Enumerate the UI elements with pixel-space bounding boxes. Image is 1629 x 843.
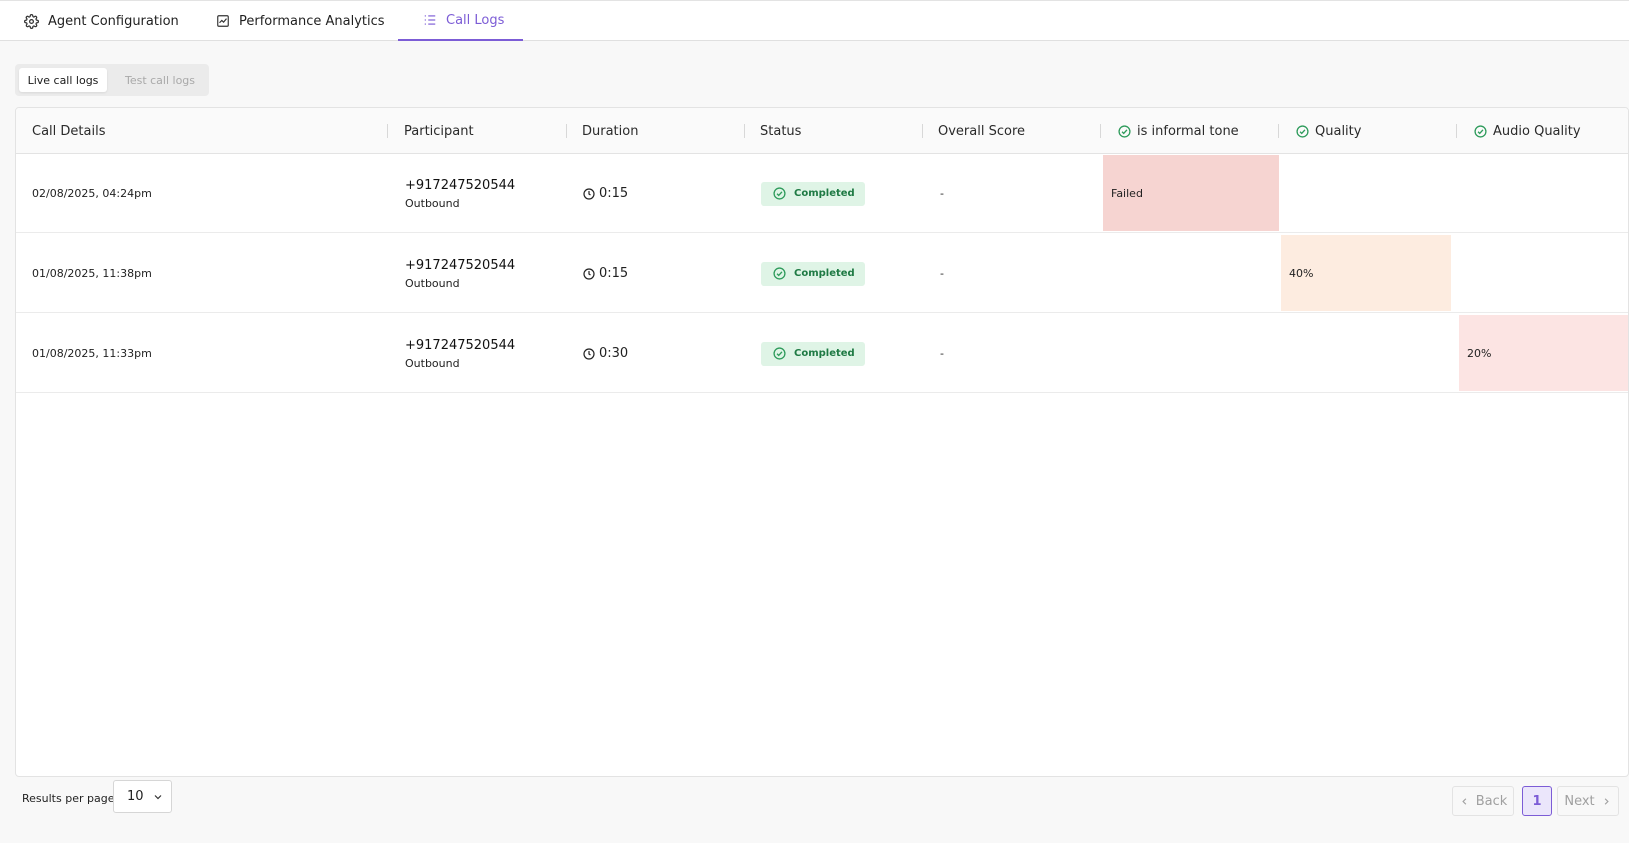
- top-nav: Agent Configuration Performance Analytic…: [0, 0, 1629, 41]
- live-call-logs-tab[interactable]: Live call logs: [19, 68, 107, 92]
- duration-value: 0:30: [599, 346, 629, 361]
- table-header: Call Details Participant Duration Status…: [16, 108, 1628, 154]
- status-cell: Completed: [761, 234, 865, 313]
- check-circle-icon: [773, 267, 786, 280]
- tab-label: Call Logs: [446, 12, 505, 28]
- header-label: Duration: [582, 123, 639, 139]
- header-duration[interactable]: Duration: [567, 108, 745, 154]
- clock-icon: [583, 187, 595, 200]
- participant-cell: +917247520544 Outbound: [405, 314, 515, 393]
- header-call-details[interactable]: Call Details: [32, 108, 388, 154]
- tab-agent-configuration[interactable]: Agent Configuration: [24, 1, 179, 41]
- duration-cell: 0:30: [583, 314, 628, 393]
- clock-icon: [583, 267, 595, 280]
- check-circle-icon: [1118, 124, 1131, 138]
- header-label: Overall Score: [938, 123, 1026, 139]
- header-overall-score[interactable]: Overall Score: [923, 108, 1101, 154]
- table-row[interactable]: 01/08/2025, 11:33pm +917247520544 Outbou…: [16, 314, 1628, 393]
- duration-value: 0:15: [599, 266, 629, 281]
- call-date: 02/08/2025, 04:24pm: [32, 187, 152, 200]
- results-per-page-label: Results per page: [22, 791, 115, 805]
- audio-quality-result: 20%: [1459, 315, 1628, 391]
- call-log-type-toggle: Live call logs Test call logs: [15, 64, 209, 96]
- header-quality[interactable]: Quality: [1279, 108, 1457, 154]
- table-row[interactable]: 02/08/2025, 04:24pm +917247520544 Outbou…: [16, 154, 1628, 233]
- chevron-left-icon: [1459, 796, 1470, 807]
- check-circle-icon: [773, 187, 786, 200]
- overall-score: -: [940, 347, 944, 360]
- check-circle-icon: [1296, 124, 1309, 138]
- status-cell: Completed: [761, 154, 865, 233]
- call-date: 01/08/2025, 11:33pm: [32, 347, 152, 360]
- chevron-down-icon: [152, 791, 164, 803]
- status-badge: Completed: [761, 261, 865, 286]
- tab-label: Performance Analytics: [239, 13, 385, 29]
- call-date: 01/08/2025, 11:38pm: [32, 267, 152, 280]
- duration-cell: 0:15: [583, 234, 628, 313]
- header-label: Quality: [1315, 123, 1362, 139]
- header-label: is informal tone: [1137, 123, 1239, 139]
- duration-value: 0:15: [599, 186, 629, 201]
- chevron-right-icon: [1601, 796, 1612, 807]
- back-button[interactable]: Back: [1452, 786, 1514, 816]
- duration-cell: 0:15: [583, 154, 628, 233]
- header-label: Participant: [404, 123, 474, 139]
- clock-icon: [583, 347, 595, 360]
- tab-performance-analytics[interactable]: Performance Analytics: [215, 1, 385, 41]
- participant-phone: +917247520544: [405, 337, 516, 353]
- status-label: Completed: [794, 268, 855, 279]
- participant-cell: +917247520544 Outbound: [405, 154, 515, 233]
- status-label: Completed: [794, 348, 855, 359]
- header-label: Status: [760, 123, 802, 139]
- status-badge: Completed: [761, 181, 865, 206]
- table-row[interactable]: 01/08/2025, 11:38pm +917247520544 Outbou…: [16, 234, 1628, 313]
- call-direction: Outbound: [405, 196, 460, 210]
- status-label: Completed: [794, 188, 855, 199]
- list-icon: [422, 13, 437, 28]
- participant-phone: +917247520544: [405, 177, 516, 193]
- call-direction: Outbound: [405, 356, 460, 370]
- status-cell: Completed: [761, 314, 865, 393]
- test-call-logs-tab[interactable]: Test call logs: [115, 68, 205, 92]
- status-badge: Completed: [761, 341, 865, 366]
- call-logs-table: Call Details Participant Duration Status…: [15, 107, 1629, 777]
- back-label: Back: [1475, 793, 1508, 809]
- informal-tone-result: Failed: [1103, 155, 1279, 231]
- next-label: Next: [1564, 793, 1595, 809]
- header-informal-tone[interactable]: is informal tone: [1101, 108, 1279, 154]
- header-label: Call Details: [32, 123, 106, 139]
- chart-icon: [215, 14, 230, 29]
- quality-result: 40%: [1281, 235, 1451, 311]
- check-circle-icon: [1474, 124, 1487, 138]
- results-per-page-select[interactable]: 10: [113, 780, 172, 813]
- header-audio-quality[interactable]: Audio Quality: [1457, 108, 1628, 154]
- header-label: Audio Quality: [1493, 123, 1581, 139]
- check-circle-icon: [773, 347, 786, 360]
- participant-cell: +917247520544 Outbound: [405, 234, 515, 313]
- participant-phone: +917247520544: [405, 257, 516, 273]
- overall-score: -: [940, 267, 944, 280]
- page-1-button[interactable]: 1: [1522, 786, 1552, 816]
- overall-score: -: [940, 187, 944, 200]
- gear-icon: [24, 13, 39, 29]
- per-page-value: 10: [127, 789, 144, 804]
- tab-call-logs[interactable]: Call Logs: [398, 1, 523, 41]
- tab-label: Agent Configuration: [48, 13, 179, 29]
- call-direction: Outbound: [405, 276, 460, 290]
- header-status[interactable]: Status: [745, 108, 923, 154]
- next-button[interactable]: Next: [1557, 786, 1619, 816]
- header-participant[interactable]: Participant: [389, 108, 567, 154]
